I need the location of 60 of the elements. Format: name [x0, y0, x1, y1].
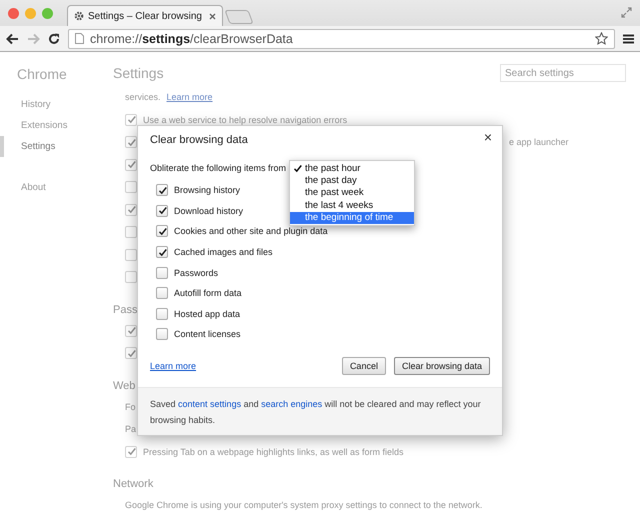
checkbox[interactable]	[156, 184, 168, 196]
setting-text: services.	[125, 92, 161, 102]
menu-option[interactable]: the last 4 weeks	[290, 199, 414, 212]
sidebar-title: Chrome	[16, 65, 68, 84]
reload-icon[interactable]	[48, 32, 60, 44]
checkbox-label: Passwords	[174, 268, 218, 278]
learn-more-link[interactable]: Learn more	[150, 360, 196, 371]
section-heading: Pass	[113, 304, 138, 316]
setting-text: Fo	[125, 402, 136, 412]
settings-link[interactable]: content settings	[178, 398, 242, 409]
address-bar[interactable]: chrome://settings/clearBrowserData	[68, 28, 615, 48]
star-icon[interactable]	[595, 32, 608, 45]
checkbox[interactable]	[156, 308, 168, 320]
menu-option[interactable]: the beginning of time	[290, 212, 414, 224]
checkbox-label: Download history	[174, 206, 244, 216]
checkbox[interactable]	[156, 266, 168, 279]
page-icon	[75, 33, 84, 44]
checkbox[interactable]	[156, 328, 168, 340]
setting-text: Google Chrome is using your computer's system proxy settings to connect to the network.	[125, 500, 482, 510]
checkbox[interactable]	[125, 114, 137, 126]
checkbox-label: Content licenses	[174, 329, 241, 340]
menu-option[interactable]: the past day	[290, 174, 414, 187]
clear-data-button[interactable]: Clear browsing data	[394, 356, 490, 375]
settings-link[interactable]: search engines	[261, 398, 322, 409]
checkbox-label: Cached images and files	[174, 247, 273, 258]
setting-text: Pa	[125, 424, 136, 434]
checkbox[interactable]	[125, 446, 137, 458]
checkbox-label: Autofill form data	[174, 288, 242, 298]
sidebar-item[interactable]: Settings	[0, 136, 117, 157]
checkbox-label: Browsing history	[174, 185, 240, 196]
footer-note: Saved content settings and search engines will not be cleared and may reflect your browsing habits.	[138, 386, 502, 435]
page-title: Settings	[113, 65, 164, 81]
checkbox-label: Pressing Tab on a webpage highlights links, as well as form fields	[143, 446, 404, 457]
checkbox-label: e app launcher	[509, 137, 569, 148]
back-icon[interactable]	[6, 32, 19, 44]
zoom-window-icon[interactable]	[42, 8, 53, 18]
checkbox[interactable]	[156, 204, 168, 217]
close-window-icon[interactable]	[8, 8, 19, 18]
cancel-button[interactable]: Cancel	[342, 356, 386, 375]
checkbox[interactable]	[156, 246, 168, 258]
close-button[interactable]: ×	[482, 129, 494, 145]
period-label: Obliterate the following items from	[150, 162, 286, 175]
browser-tab[interactable]: Settings – Clear browsing	[67, 5, 223, 26]
gear-icon	[74, 11, 84, 21]
new-tab-button[interactable]	[224, 10, 254, 24]
checkbox[interactable]	[156, 287, 168, 300]
checkbox[interactable]	[156, 225, 168, 238]
dialog-title: Clear browsing data	[150, 134, 248, 146]
checkbox-label: Cookies and other site and plugin data	[174, 226, 328, 236]
close-icon[interactable]	[209, 12, 216, 20]
checkbox-label: Hosted app data	[174, 308, 240, 319]
search-field[interactable]: Search settings	[500, 64, 626, 82]
menu-option[interactable]: the past hour	[290, 162, 414, 174]
section-heading: Web	[113, 380, 136, 392]
section-heading: Network	[113, 478, 154, 490]
menu-icon[interactable]	[623, 34, 634, 44]
learn-more-link[interactable]: Learn more	[166, 92, 213, 102]
checkbox-label: Use a web service to help resolve navigation errors	[143, 114, 348, 125]
menu-option[interactable]: the past week	[290, 186, 414, 200]
fullscreen-icon[interactable]	[621, 7, 632, 18]
